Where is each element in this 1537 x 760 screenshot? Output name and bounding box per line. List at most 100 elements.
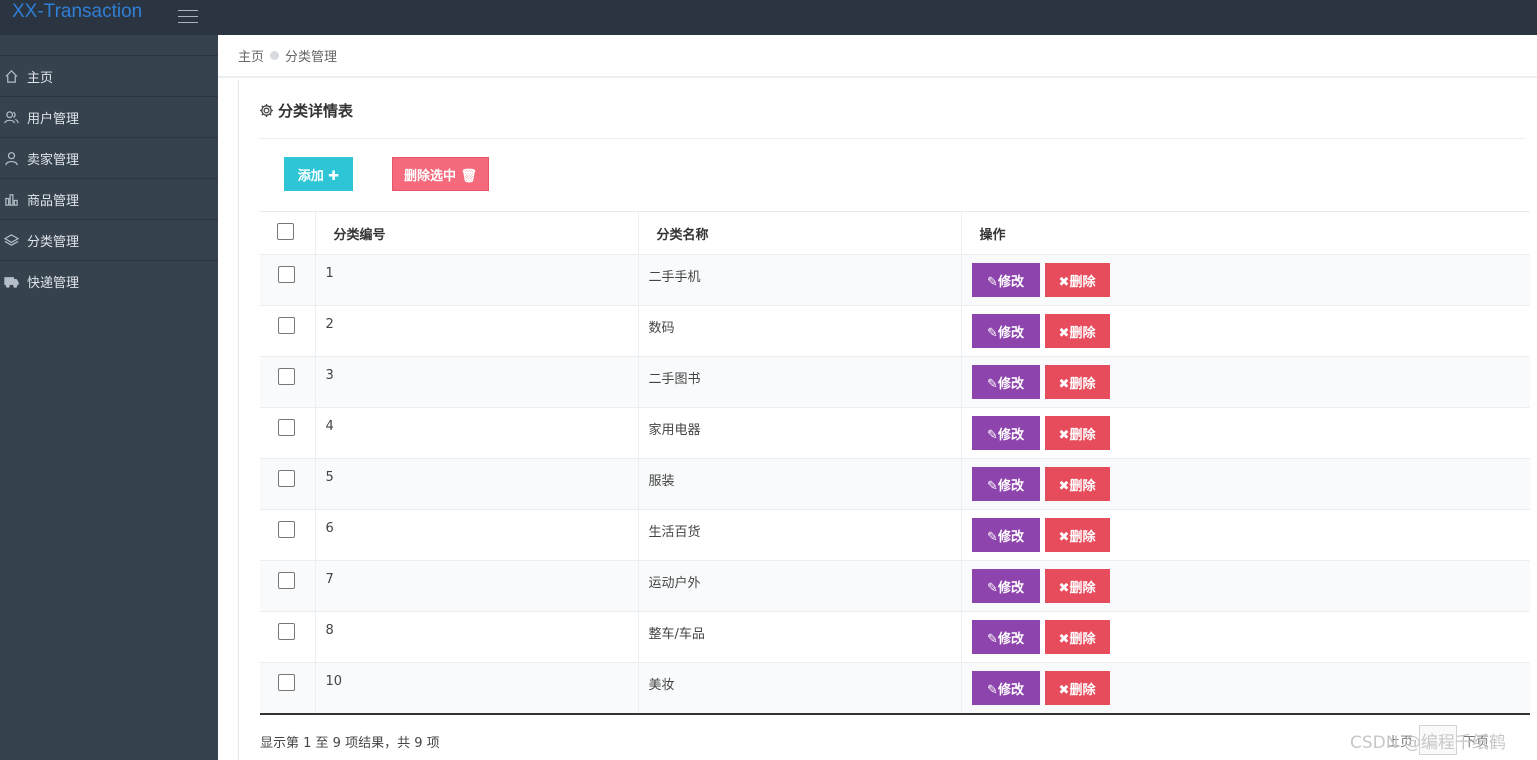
sidebar-item-sellers[interactable]: 卖家管理 — [0, 137, 218, 178]
delete-button[interactable]: ✖删除 — [1044, 620, 1110, 654]
actions-cell: ✎修改 ✖删除 — [961, 663, 1530, 714]
actions-cell: ✎修改 ✖删除 — [961, 459, 1530, 510]
actions-cell: ✎修改 ✖删除 — [961, 255, 1530, 306]
brand-logo[interactable]: XX-Transaction — [12, 1, 142, 23]
sidebar-item-label: 快递管理 — [27, 275, 80, 291]
row-checkbox[interactable] — [278, 266, 295, 283]
row-check-cell — [260, 458, 316, 510]
row-check-cell — [260, 305, 316, 357]
delete-button[interactable]: ✖删除 — [1044, 467, 1110, 501]
delete-button[interactable]: ✖删除 — [1044, 314, 1110, 348]
menu-toggle-icon[interactable] — [178, 10, 198, 26]
breadcrumb-current: 分类管理 — [285, 50, 338, 65]
table-row: 7 运动户外 ✎修改 ✖删除 — [260, 560, 1530, 612]
category-id-cell: 1 — [315, 254, 639, 306]
table-row: 2 数码 ✎修改 ✖删除 — [260, 305, 1530, 357]
edit-button[interactable]: ✎修改 — [971, 263, 1040, 297]
breadcrumb-separator-icon — [270, 51, 280, 60]
row-checkbox[interactable] — [278, 521, 295, 538]
sidebar-item-label: 分类管理 — [27, 234, 80, 250]
header-name[interactable]: 分类名称 — [638, 211, 962, 255]
header-id[interactable]: 分类编号 — [315, 211, 639, 255]
breadcrumb: 主页 分类管理 — [218, 35, 1537, 78]
category-name-cell: 二手手机 — [638, 254, 962, 306]
category-id-cell: 7 — [315, 560, 639, 612]
delete-button[interactable]: ✖删除 — [1044, 263, 1110, 297]
sidebar-item-categories[interactable]: 分类管理 — [0, 219, 218, 260]
users-icon — [2, 110, 20, 125]
sidebar-item-label: 用户管理 — [27, 111, 80, 127]
actions-cell: ✎修改 ✖删除 — [961, 306, 1530, 357]
header-check-cell — [260, 211, 316, 255]
edit-button[interactable]: ✎修改 — [971, 620, 1040, 654]
category-name-cell: 美妆 — [638, 662, 962, 714]
row-checkbox[interactable] — [278, 470, 295, 487]
row-checkbox[interactable] — [278, 368, 295, 385]
row-check-cell — [260, 560, 316, 612]
edit-button[interactable]: ✎修改 — [971, 314, 1040, 348]
category-id-cell: 6 — [315, 509, 639, 561]
category-id-cell: 4 — [315, 407, 639, 459]
category-name-cell: 整车/车品 — [638, 611, 962, 663]
actions-cell: ✎修改 ✖删除 — [961, 408, 1530, 459]
top-bar: XX-Transaction — [0, 0, 1537, 35]
delete-button[interactable]: ✖删除 — [1044, 671, 1110, 705]
delete-button[interactable]: ✖删除 — [1044, 518, 1110, 552]
edit-button[interactable]: ✎修改 — [971, 518, 1040, 552]
actions-cell: ✎修改 ✖删除 — [961, 612, 1530, 663]
table-row: 4 家用电器 ✎修改 ✖删除 — [260, 407, 1530, 459]
sidebar-item-shipping[interactable]: 快递管理 — [0, 260, 218, 301]
category-name-cell: 家用电器 — [638, 407, 962, 459]
row-checkbox[interactable] — [278, 674, 295, 691]
edit-button[interactable]: ✎修改 — [971, 467, 1040, 501]
table-row: 1 二手手机 ✎修改 ✖删除 — [260, 254, 1530, 306]
edit-button[interactable]: ✎修改 — [971, 365, 1040, 399]
sidebar-item-products[interactable]: 商品管理 — [0, 178, 218, 219]
table-row: 10 美妆 ✎修改 ✖删除 — [260, 662, 1530, 714]
divider — [259, 138, 1525, 139]
category-id-cell: 3 — [315, 356, 639, 408]
row-check-cell — [260, 662, 316, 714]
delete-button[interactable]: ✖删除 — [1044, 416, 1110, 450]
panel-title-text: 分类详情表 — [278, 102, 354, 120]
sidebar-item-label: 主页 — [27, 70, 54, 86]
category-id-cell: 10 — [315, 662, 639, 714]
pagination-info: 显示第 1 至 9 项结果，共 9 项 — [260, 736, 440, 751]
table-row: 5 服装 ✎修改 ✖删除 — [260, 458, 1530, 510]
row-checkbox[interactable] — [278, 317, 295, 334]
row-check-cell — [260, 407, 316, 459]
layers-icon — [2, 233, 20, 248]
user-icon — [2, 151, 20, 166]
category-id-cell: 2 — [315, 305, 639, 357]
row-checkbox[interactable] — [278, 623, 295, 640]
sidebar-item-home[interactable]: 主页 — [0, 55, 218, 96]
edit-button[interactable]: ✎修改 — [971, 416, 1040, 450]
delete-button[interactable]: ✖删除 — [1044, 569, 1110, 603]
watermark: CSDN @编程千纸鹤 — [1350, 733, 1506, 753]
sidebar-item-label: 卖家管理 — [27, 152, 80, 168]
sidebar-item-users[interactable]: 用户管理 — [0, 96, 218, 137]
row-check-cell — [260, 611, 316, 663]
table-header-row: 分类编号 分类名称 操作 — [260, 211, 1530, 255]
delete-selected-button[interactable]: 删除选中 🗑 — [392, 157, 489, 191]
sidebar: 主页 用户管理 卖家管理 商品管理 分类管理 快递管理 — [0, 35, 218, 760]
select-all-checkbox[interactable] — [277, 222, 294, 240]
actions-cell: ✎修改 ✖删除 — [961, 510, 1530, 561]
category-name-cell: 数码 — [638, 305, 962, 357]
category-name-cell: 二手图书 — [638, 356, 962, 408]
category-id-cell: 5 — [315, 458, 639, 510]
truck-icon — [2, 274, 20, 289]
row-check-cell — [260, 356, 316, 408]
category-name-cell: 生活百货 — [638, 509, 962, 561]
edit-button[interactable]: ✎修改 — [971, 569, 1040, 603]
add-button[interactable]: 添加 ✚ — [284, 157, 353, 191]
breadcrumb-home[interactable]: 主页 — [238, 46, 264, 65]
panel-title: 分类详情表 — [259, 100, 353, 121]
delete-button[interactable]: ✖删除 — [1044, 365, 1110, 399]
row-check-cell — [260, 254, 316, 306]
edit-button[interactable]: ✎修改 — [971, 671, 1040, 705]
header-actions: 操作 — [961, 211, 1530, 255]
row-checkbox[interactable] — [278, 572, 295, 589]
row-checkbox[interactable] — [278, 419, 295, 436]
row-check-cell — [260, 509, 316, 561]
